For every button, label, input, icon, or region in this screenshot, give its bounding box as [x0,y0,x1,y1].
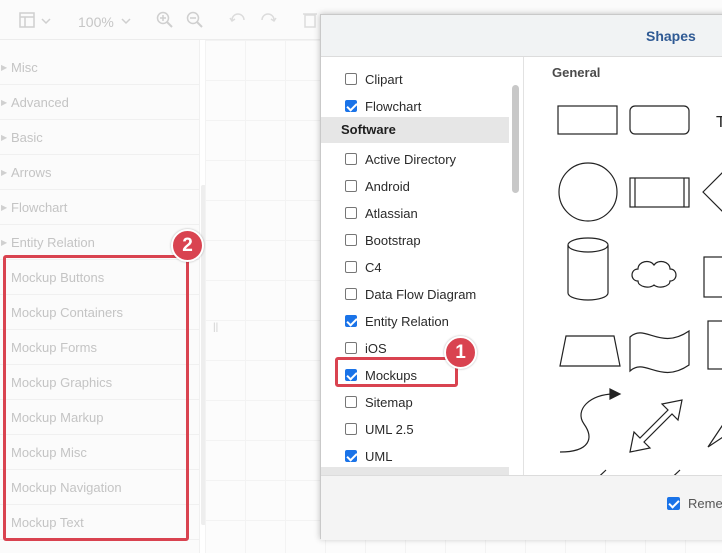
checkbox[interactable] [345,261,357,273]
cloud-shape [631,260,677,288]
sidebar-item-label: Flowchart [11,200,68,215]
library-label: Data Flow Diagram [365,286,477,302]
dialog-footer: Remer [321,475,722,540]
general-shapes-preview: T [557,105,722,475]
text-shape: T [716,114,722,131]
library-option-android[interactable]: Android [345,176,410,196]
remember-label: Remer [688,496,722,511]
library-label: Clipart [365,71,403,87]
sidebar-item-label: Advanced [11,95,69,110]
library-option-atlassian[interactable]: Atlassian [345,203,418,223]
library-label: Sitemap [365,394,413,410]
checkbox[interactable] [345,450,357,462]
checkbox[interactable] [345,180,357,192]
highlight-mockup-libraries [3,255,189,541]
ellipse-shape [558,162,618,222]
zoom-in-icon[interactable] [155,10,175,30]
library-label: C4 [365,259,382,275]
rectangle-shape [557,105,618,135]
shapes-dialog: Shapes Clipart Flowchart Software Active… [320,14,722,540]
library-option-flowchart[interactable]: Flowchart [345,96,421,116]
library-label: iOS [365,340,387,356]
sidebar-item-label: Basic [11,130,43,145]
panels-icon[interactable] [18,10,54,30]
library-label: UML 2.5 [365,421,414,437]
checkbox[interactable] [345,100,357,112]
trapezoid-shape [559,335,621,367]
library-section-software: Software [321,117,509,143]
cylinder-shape [567,237,609,301]
checkbox[interactable] [345,234,357,246]
sidebar-item-misc[interactable]: ▶ Misc [0,50,200,85]
sidebar-item-arrows[interactable]: ▶ Arrows [0,155,200,190]
remember-option[interactable]: Remer [667,496,722,511]
rounded-rectangle-shape [629,105,690,135]
library-option-entity-relation[interactable]: Entity Relation [345,311,449,331]
undo-icon[interactable] [228,10,248,30]
checkbox[interactable] [667,497,680,510]
library-option-active-directory[interactable]: Active Directory [345,149,456,169]
zoom-dropdown-icon[interactable] [120,10,132,30]
arrow-shape-partial [707,424,722,448]
shape-preview-panel: General T [526,57,722,475]
library-label: Bootstrap [365,232,421,248]
sidebar-item-label: Misc [11,60,38,75]
annotation-badge-2: 2 [171,229,204,262]
dialog-title: Shapes [646,28,696,44]
chevron-right-icon: ▶ [1,168,8,177]
diamond-shape [702,172,722,212]
library-option-uml-2-5[interactable]: UML 2.5 [345,419,414,439]
checkbox[interactable] [345,73,357,85]
partial-rectangle-shape [707,320,722,370]
redo-icon[interactable] [258,10,278,30]
tape-shape [629,329,690,374]
library-label: Active Directory [365,151,457,167]
checkbox[interactable] [345,207,357,219]
chevron-right-icon: ▶ [1,98,8,107]
library-list: Clipart Flowchart Software Active Direct… [321,57,524,475]
dialog-title-bar: Shapes [321,15,722,57]
chevron-right-icon: ▶ [1,63,8,72]
library-section-next [321,467,509,475]
library-list-scrollbar[interactable] [512,85,519,193]
library-option-ios[interactable]: iOS [345,338,387,358]
document-shape [703,256,722,298]
panel-resize-grip[interactable]: || [213,322,218,333]
library-label: UML [365,448,393,464]
process-shape [629,177,690,208]
checkbox[interactable] [345,423,357,435]
checkbox[interactable] [345,396,357,408]
zoom-level[interactable]: 100% [78,12,114,32]
checkbox[interactable] [345,153,357,165]
library-option-bootstrap[interactable]: Bootstrap [345,230,421,250]
library-label: Flowchart [365,98,422,114]
zoom-out-icon[interactable] [185,10,205,30]
library-option-data-flow-diagram[interactable]: Data Flow Diagram [345,284,476,304]
chevron-right-icon: ▶ [1,133,8,142]
chevron-right-icon: ▶ [1,203,8,212]
bidirectional-arrow-shape [629,399,683,453]
library-option-c4[interactable]: C4 [345,257,382,277]
library-label: Android [365,178,410,194]
library-option-uml[interactable]: UML [345,446,392,466]
sidebar-item-flowchart[interactable]: ▶ Flowchart [0,190,200,225]
checkbox[interactable] [345,342,357,354]
sidebar-item-basic[interactable]: ▶ Basic [0,120,200,155]
annotation-badge-1: 1 [444,336,477,369]
checkbox[interactable] [345,315,357,327]
sidebar-item-label: Entity Relation [11,235,95,250]
library-label: Atlassian [365,205,418,221]
highlight-mockups-option [335,357,458,387]
sidebar-item-label: Arrows [11,165,52,180]
checkbox[interactable] [345,288,357,300]
library-label: Entity Relation [365,313,449,329]
library-option-sitemap[interactable]: Sitemap [345,392,413,412]
library-option-clipart[interactable]: Clipart [345,69,403,89]
delete-icon[interactable] [302,10,318,30]
curved-arrow-shape [559,393,615,453]
sidebar-item-advanced[interactable]: ▶ Advanced [0,85,200,120]
